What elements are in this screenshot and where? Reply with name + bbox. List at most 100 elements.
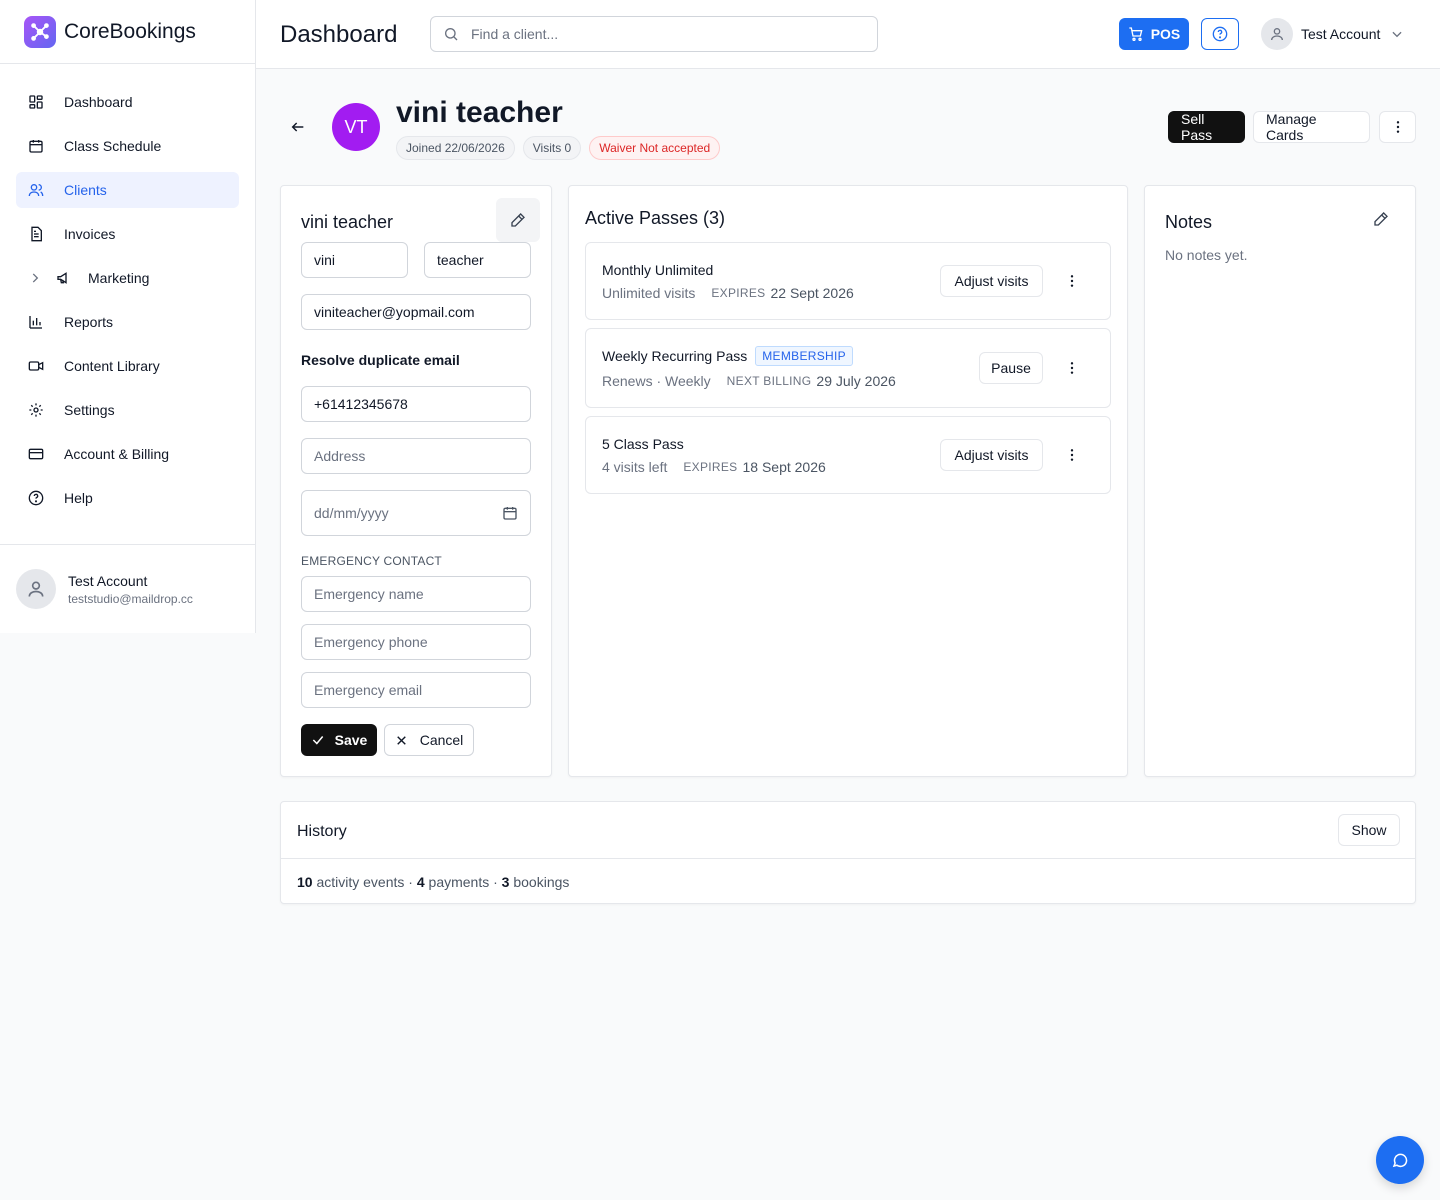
more-button[interactable] — [1379, 111, 1416, 143]
date-of-birth-input[interactable] — [314, 505, 484, 521]
sidebar-nav: Dashboard Class Schedule Clients Invoice… — [0, 64, 255, 516]
emergency-email-input[interactable] — [314, 682, 530, 698]
cart-icon — [1129, 27, 1143, 41]
brand[interactable]: CoreBookings — [0, 0, 255, 64]
header-actions: Sell Pass Manage Cards — [1168, 111, 1416, 143]
address-field[interactable] — [301, 438, 531, 474]
pass-menu-button[interactable] — [1062, 445, 1082, 465]
bar-chart-icon — [29, 316, 42, 329]
pos-button[interactable]: POS — [1119, 18, 1189, 50]
last-name-input[interactable] — [437, 252, 530, 268]
gear-icon — [29, 403, 43, 417]
calendar-icon — [29, 140, 43, 153]
sidebar-item-label: Invoices — [64, 226, 116, 242]
sidebar-item-reports[interactable]: Reports — [16, 304, 239, 340]
pass-details: 4 visits left EXPIRES 18 Sept 2026 — [602, 459, 826, 475]
adjust-visits-button[interactable]: Adjust visits — [940, 439, 1043, 471]
sidebar-item-class-schedule[interactable]: Class Schedule — [16, 128, 239, 164]
search-input[interactable] — [471, 26, 851, 42]
sidebar-item-account-billing[interactable]: Account & Billing — [16, 436, 239, 472]
emergency-name-input[interactable] — [314, 586, 530, 602]
last-name-field[interactable] — [424, 242, 531, 278]
adjust-visits-button[interactable]: Adjust visits — [940, 265, 1043, 297]
email-field[interactable] — [301, 294, 531, 330]
pass-menu-button[interactable] — [1062, 271, 1082, 291]
sidebar-item-invoices[interactable]: Invoices — [16, 216, 239, 252]
sidebar-item-label: Marketing — [88, 270, 150, 286]
page-title: Dashboard — [280, 21, 398, 48]
client-avatar: VT — [332, 103, 380, 151]
sidebar-item-help[interactable]: Help — [16, 480, 239, 516]
save-button[interactable]: Save — [301, 724, 377, 756]
sidebar-item-content-library[interactable]: Content Library — [16, 348, 239, 384]
more-vertical-icon — [1070, 275, 1074, 287]
edit-button[interactable] — [496, 198, 540, 242]
notes-card: Notes No notes yet. — [1144, 185, 1416, 777]
phone-input[interactable] — [314, 396, 530, 412]
pass-name: Monthly Unlimited — [602, 262, 714, 278]
client-chips: Joined 22/06/2026 Visits 0 Waiver Not ac… — [396, 136, 728, 160]
sidebar-item-label: Help — [64, 490, 93, 506]
back-button[interactable] — [290, 119, 306, 135]
sidebar-user[interactable]: Test Account teststudio@maildrop.cc — [0, 544, 255, 633]
email-input[interactable] — [314, 304, 530, 320]
invoice-icon — [31, 226, 42, 242]
sidebar-item-label: Settings — [64, 402, 115, 418]
notes-title: Notes — [1165, 212, 1213, 232]
chat-bubble-icon — [1392, 1153, 1408, 1168]
active-passes-title: Active Passes (3) — [585, 208, 726, 228]
pass-item: Monthly Unlimited Unlimited visits EXPIR… — [585, 242, 1111, 320]
pass-details: Renews · Weekly NEXT BILLING 29 July 202… — [602, 373, 896, 389]
client-details-card: vini teacher Resolve duplicate email EME… — [280, 185, 552, 777]
emergency-email-field[interactable] — [301, 672, 531, 708]
sell-pass-button[interactable]: Sell Pass — [1168, 111, 1245, 143]
pass-name: 5 Class Pass — [602, 436, 684, 452]
sidebar-item-settings[interactable]: Settings — [16, 392, 239, 428]
users-icon — [28, 184, 44, 197]
form-title: vini teacher — [301, 212, 394, 232]
edit-notes-button[interactable] — [1373, 211, 1389, 227]
cancel-button[interactable]: Cancel — [384, 724, 474, 756]
waiver-chip: Waiver Not accepted — [589, 136, 721, 160]
search-box[interactable] — [430, 16, 878, 52]
chat-button[interactable] — [1376, 1136, 1424, 1184]
sidebar-item-marketing[interactable]: Marketing — [16, 260, 239, 296]
date-of-birth-field[interactable] — [301, 490, 531, 536]
user-menu-name: Test Account — [1301, 26, 1381, 42]
chevron-right-icon — [32, 273, 39, 283]
membership-badge: MEMBERSHIP — [755, 346, 853, 366]
megaphone-icon — [57, 272, 67, 284]
search-icon — [445, 28, 458, 41]
show-history-button[interactable]: Show — [1338, 814, 1400, 846]
pencil-icon — [1374, 212, 1388, 226]
manage-cards-button[interactable]: Manage Cards — [1253, 111, 1370, 143]
sidebar-user-email: teststudio@maildrop.cc — [68, 591, 193, 606]
more-vertical-icon — [1070, 362, 1074, 374]
emergency-phone-input[interactable] — [314, 634, 530, 650]
pause-button[interactable]: Pause — [979, 352, 1043, 384]
history-title: History — [297, 823, 347, 840]
sidebar-item-dashboard[interactable]: Dashboard — [16, 84, 239, 120]
pass-details: Unlimited visits EXPIRES 22 Sept 2026 — [602, 285, 854, 301]
save-label: Save — [334, 732, 368, 748]
emergency-phone-field[interactable] — [301, 624, 531, 660]
history-card: History Show 10 activity events · 4 paym… — [280, 801, 1416, 904]
sidebar-item-clients[interactable]: Clients — [16, 172, 239, 208]
topbar: Dashboard POS Test Account — [256, 0, 1440, 69]
calendar-icon[interactable] — [502, 505, 518, 521]
notes-empty-text: No notes yet. — [1165, 247, 1248, 263]
address-input[interactable] — [314, 448, 530, 464]
avatar — [16, 569, 56, 609]
pass-menu-button[interactable] — [1062, 358, 1082, 378]
divider — [281, 858, 1415, 859]
first-name-field[interactable] — [301, 242, 408, 278]
first-name-input[interactable] — [314, 252, 407, 268]
help-button[interactable] — [1201, 18, 1239, 50]
phone-field[interactable] — [301, 386, 531, 422]
resolve-duplicate-email-link[interactable]: Resolve duplicate email — [301, 352, 460, 368]
pencil-icon — [511, 213, 525, 227]
more-vertical-icon — [1396, 121, 1399, 133]
emergency-name-field[interactable] — [301, 576, 531, 612]
chevron-down-icon — [1392, 31, 1402, 38]
user-menu[interactable]: Test Account — [1261, 18, 1404, 50]
